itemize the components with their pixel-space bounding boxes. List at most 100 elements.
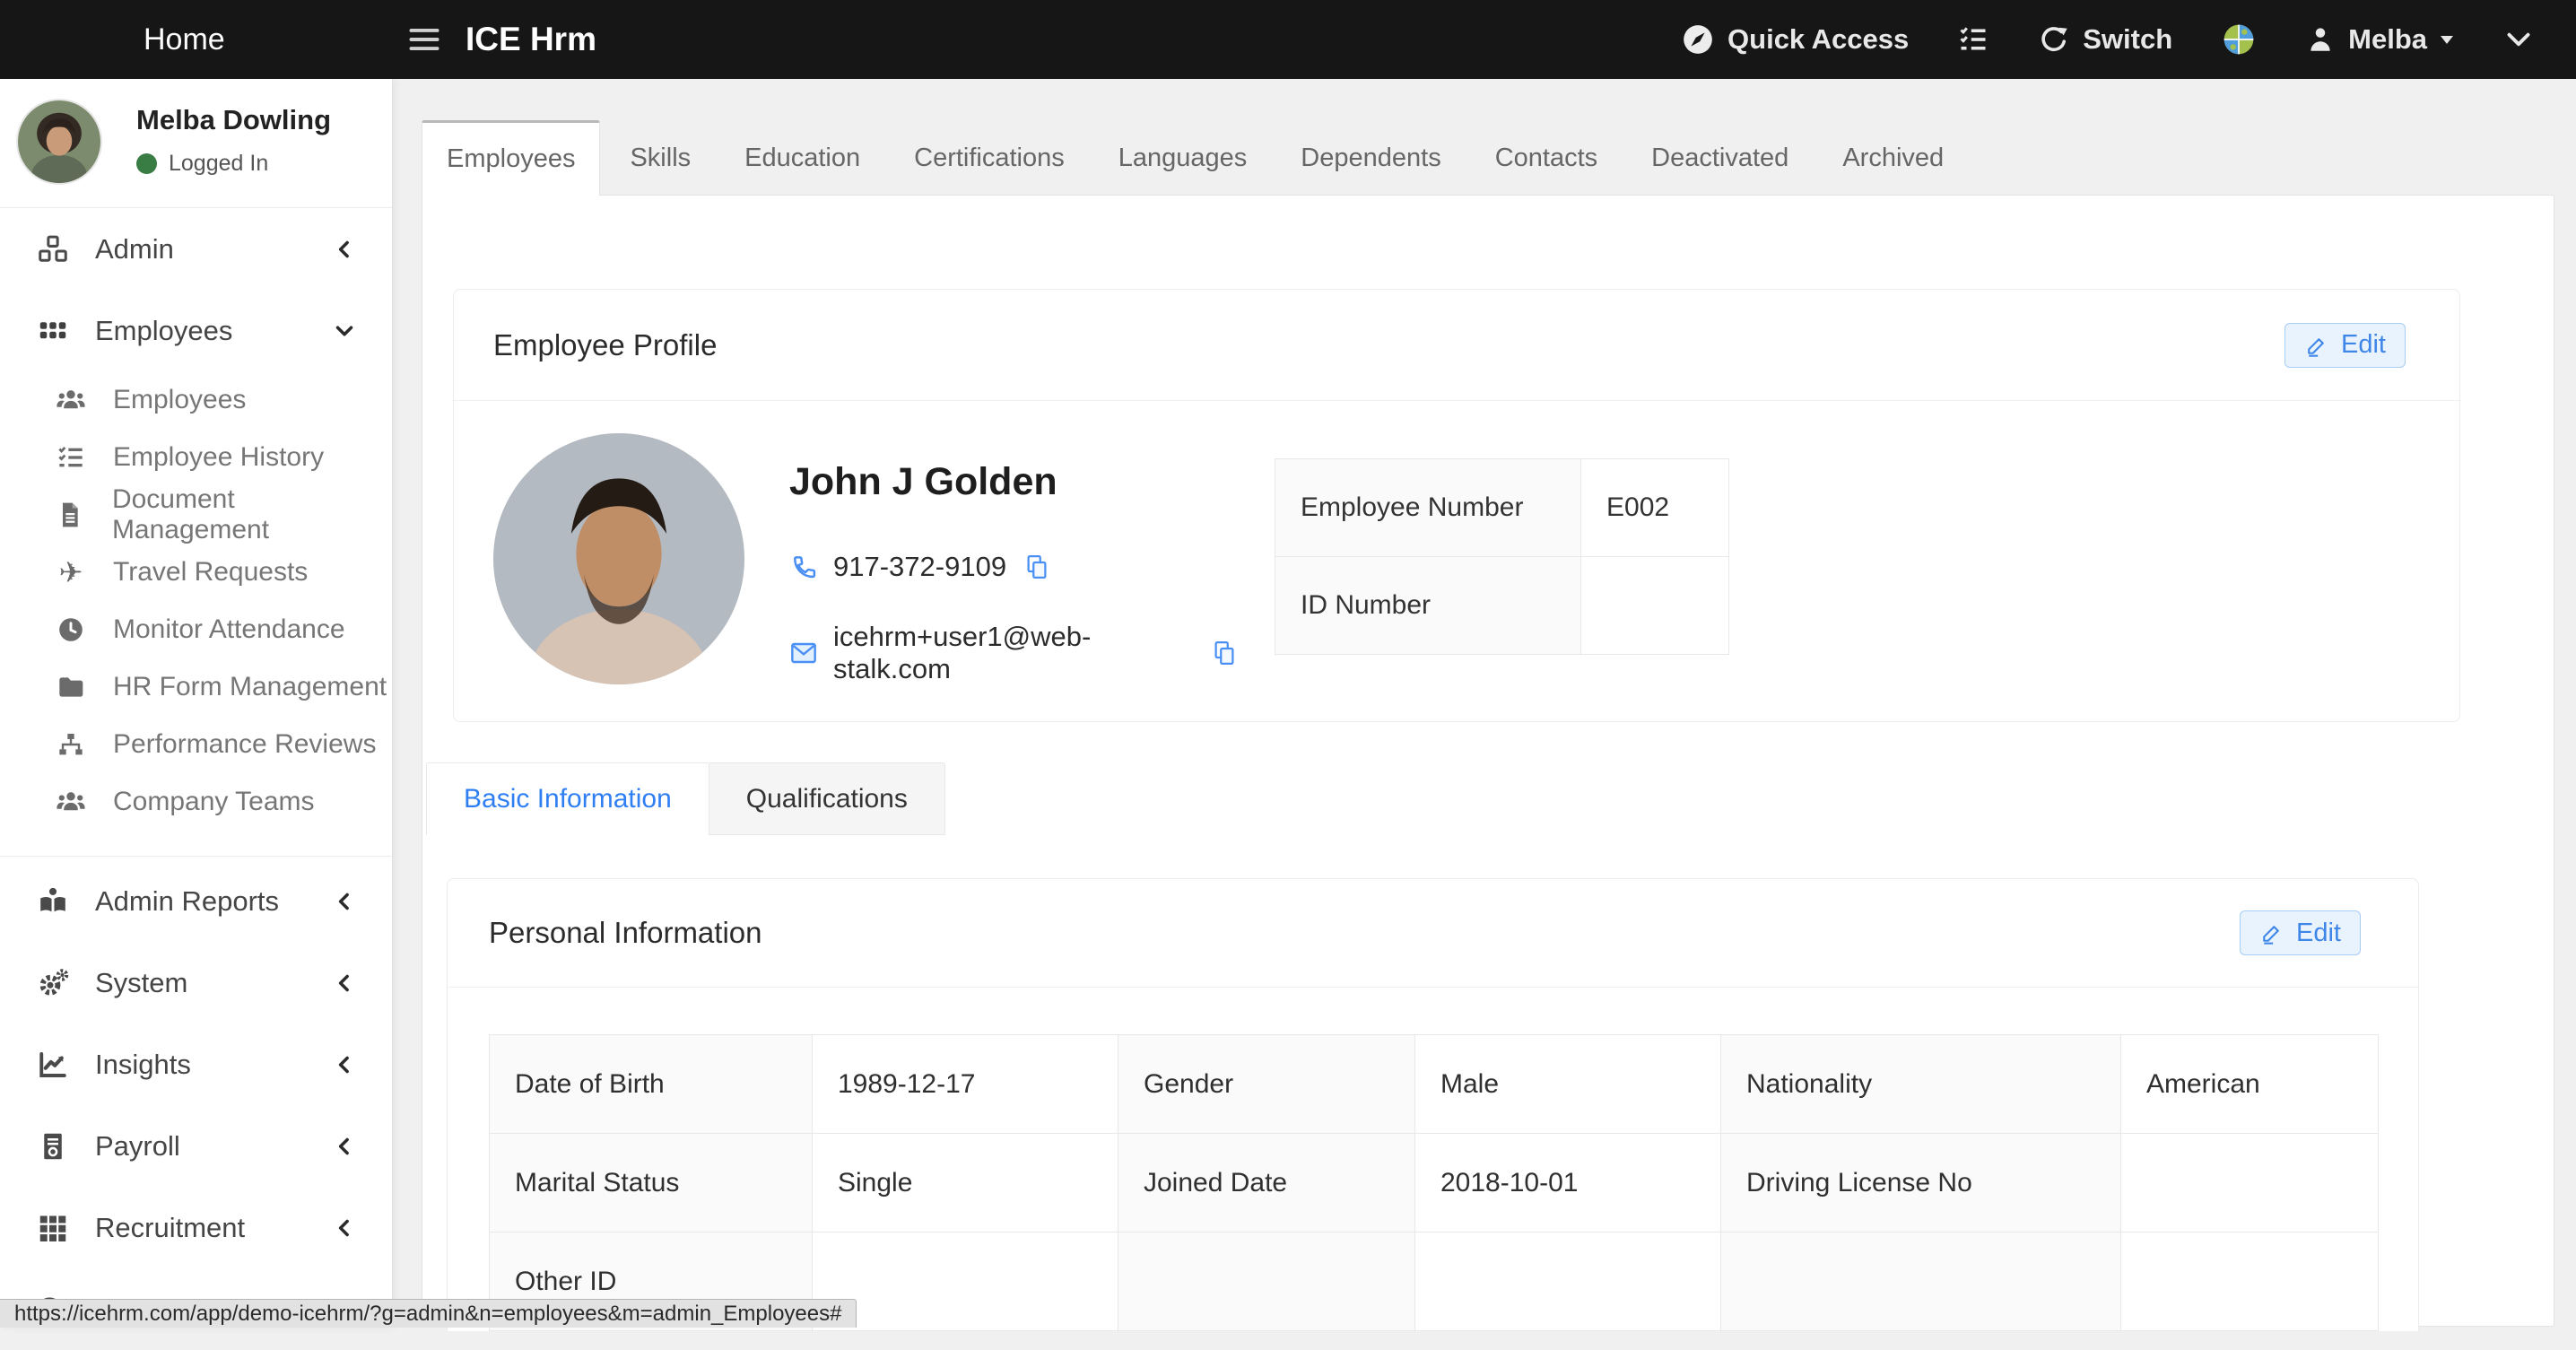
collapse-navbar-button[interactable]: [2502, 23, 2535, 56]
sidebar-nav: Admin Employees: [0, 208, 392, 1350]
email-row: icehrm+user1@web-stalk.com: [789, 621, 1238, 685]
switch-button[interactable]: Switch: [2038, 23, 2172, 56]
sidebar-subitem-monitor-attendance[interactable]: Monitor Attendance: [0, 601, 392, 658]
chevron-left-icon: [331, 1133, 358, 1160]
info-label: Joined Date: [1118, 1134, 1415, 1232]
employees-submenu: Employees Employee History: [0, 371, 392, 831]
navbar-actions: Quick Access Switch: [1681, 22, 2576, 57]
tab-languages[interactable]: Languages: [1094, 120, 1272, 196]
edit-profile-button[interactable]: Edit: [2284, 323, 2406, 368]
sidebar-item-admin-reports[interactable]: Admin Reports: [0, 860, 392, 942]
copy-phone-button[interactable]: [1023, 553, 1050, 580]
employee-email: icehrm+user1@web-stalk.com: [833, 621, 1194, 685]
user-icon: [2305, 24, 2336, 55]
table-row: Marital Status Single Joined Date 2018-1…: [490, 1134, 2379, 1232]
tab-employees[interactable]: Employees: [422, 120, 600, 196]
sidebar-subitem-label: Monitor Attendance: [113, 614, 345, 645]
tasks-button[interactable]: [1957, 23, 1989, 56]
nav-home[interactable]: Home: [144, 22, 225, 57]
file-invoice-icon: [37, 1130, 69, 1163]
info-value: [2121, 1232, 2379, 1331]
app-brand[interactable]: ICE Hrm: [466, 21, 596, 58]
sidebar-item-admin[interactable]: Admin: [0, 208, 392, 290]
info-value: [813, 1232, 1118, 1331]
sidebar-item-label: Admin Reports: [95, 885, 331, 918]
book-reader-icon: [37, 885, 69, 918]
sidebar-subitem-label: Performance Reviews: [113, 729, 376, 760]
sidebar-subitem-hr-form-management[interactable]: HR Form Management: [0, 658, 392, 716]
info-label: [1118, 1232, 1415, 1331]
copy-icon: [1211, 640, 1238, 666]
modules-button[interactable]: [2221, 22, 2257, 57]
hamburger-menu-button[interactable]: [408, 26, 440, 53]
sidebar-subitem-label: Employees: [113, 385, 246, 415]
status-dot: [136, 153, 157, 174]
chevron-down-icon: [2502, 23, 2535, 56]
caret-down-icon: [2440, 35, 2454, 45]
tab-qualifications[interactable]: Qualifications: [709, 762, 945, 835]
sidebar-subitem-travel-requests[interactable]: ✈ Travel Requests: [0, 544, 392, 601]
navbar-home-area: Home: [0, 22, 392, 57]
info-label: Driving License No: [1721, 1134, 2121, 1232]
tab-archived[interactable]: Archived: [1818, 120, 1968, 196]
section-title: Personal Information: [489, 916, 2240, 950]
sitemap-icon: [57, 730, 85, 759]
copy-email-button[interactable]: [1211, 640, 1238, 666]
info-value: 1989-12-17: [813, 1035, 1118, 1134]
user-menu[interactable]: Melba: [2305, 23, 2454, 56]
tab-skills[interactable]: Skills: [605, 120, 715, 196]
sidebar-item-system[interactable]: System: [0, 942, 392, 1023]
sidebar-subitem-label: Employee History: [113, 442, 324, 473]
sidebar-subitem-document-management[interactable]: Document Management: [0, 486, 392, 544]
sidebar-subitem-company-teams[interactable]: Company Teams: [0, 773, 392, 831]
tab-certifications[interactable]: Certifications: [890, 120, 1089, 196]
module-tabs: Employees Skills Education Certification…: [422, 120, 2554, 196]
sidebar-item-insights[interactable]: Insights: [0, 1023, 392, 1105]
info-label: Nationality: [1721, 1035, 2121, 1134]
chevron-left-icon: [331, 970, 358, 997]
edit-button-label: Edit: [2296, 919, 2341, 948]
edit-personal-button[interactable]: Edit: [2240, 910, 2361, 955]
detail-value: E002: [1581, 459, 1729, 557]
switch-label: Switch: [2083, 23, 2172, 56]
info-value: American: [2121, 1035, 2379, 1134]
personal-information-body: Date of Birth 1989-12-17 Gender Male Nat…: [448, 988, 2418, 1331]
grid-icon: [37, 315, 69, 347]
switch-icon: [2038, 23, 2070, 56]
sidebar-subitem-employees[interactable]: Employees: [0, 371, 392, 429]
tab-contacts[interactable]: Contacts: [1471, 120, 1622, 196]
tab-dependents[interactable]: Dependents: [1276, 120, 1465, 196]
tab-deactivated[interactable]: Deactivated: [1627, 120, 1813, 196]
sidebar-subitem-performance-reviews[interactable]: Performance Reviews: [0, 716, 392, 773]
employee-profile-body: John J Golden 917-372-9109: [454, 401, 2459, 721]
phone-icon: [789, 553, 818, 581]
sidebar-item-recruitment[interactable]: Recruitment: [0, 1187, 392, 1268]
chart-line-icon: [37, 1049, 69, 1081]
quick-access-button[interactable]: Quick Access: [1681, 22, 1909, 57]
status-url: https://icehrm.com/app/demo-icehrm/?g=ad…: [14, 1302, 841, 1327]
chevron-down-icon: [331, 318, 358, 344]
list-check-icon: [57, 443, 85, 472]
sidebar-item-employees[interactable]: Employees: [0, 290, 392, 371]
sidebar-item-payroll[interactable]: Payroll: [0, 1105, 392, 1187]
gears-icon: [37, 967, 69, 999]
section-title: Employee Profile: [493, 328, 2284, 362]
sidebar-subitem-employee-history[interactable]: Employee History: [0, 429, 392, 486]
profile-subtabs: Basic Information Qualifications: [426, 762, 2554, 835]
tab-education[interactable]: Education: [720, 120, 884, 196]
info-value: [1415, 1232, 1721, 1331]
sidebar-item-label: Insights: [95, 1049, 331, 1081]
detail-value: [1581, 557, 1729, 655]
envelope-icon: [789, 639, 818, 667]
table-row: Date of Birth 1989-12-17 Gender Male Nat…: [490, 1035, 2379, 1134]
avatar: [16, 99, 102, 185]
sidebar-item-label: Recruitment: [95, 1212, 331, 1244]
chevron-left-icon: [331, 1215, 358, 1241]
tab-basic-information[interactable]: Basic Information: [426, 762, 709, 835]
info-value: [2121, 1134, 2379, 1232]
sidebar-subitem-label: HR Form Management: [113, 672, 387, 702]
sidebar-subitem-label: Company Teams: [113, 787, 315, 817]
phone-row: 917-372-9109: [789, 551, 1238, 583]
hamburger-icon: [408, 26, 440, 53]
employee-id-table: Employee Number E002 ID Number: [1275, 458, 1729, 655]
